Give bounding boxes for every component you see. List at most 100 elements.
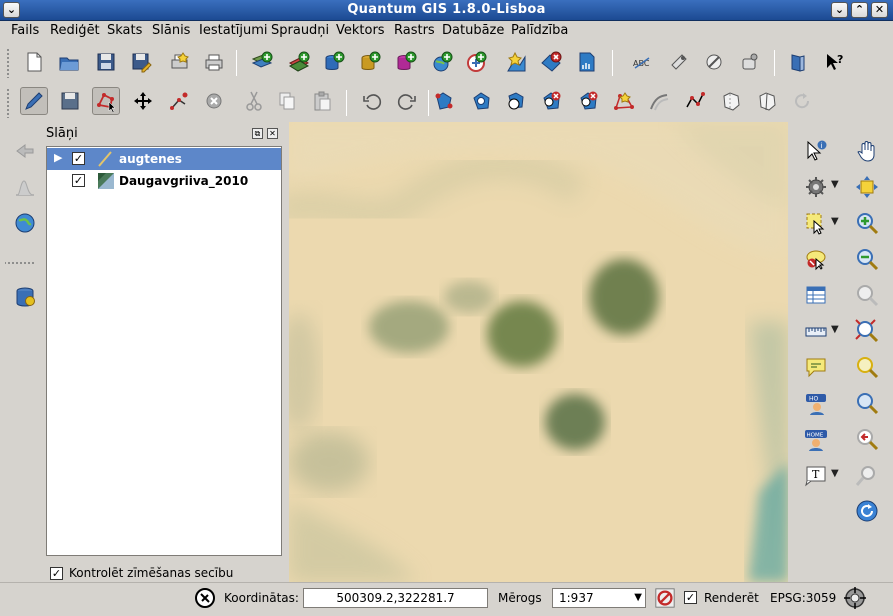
scale-dropdown-arrow[interactable]: ▼ xyxy=(634,589,642,607)
new-bookmark-icon[interactable]: HO xyxy=(801,388,831,418)
add-mssql-layer-icon[interactable] xyxy=(392,48,420,76)
add-spatialite-layer-icon[interactable] xyxy=(356,48,384,76)
add-delimited-text-icon[interactable] xyxy=(573,48,601,76)
zoom-in-icon[interactable] xyxy=(852,208,882,238)
copy-icon[interactable] xyxy=(273,87,301,115)
zoom-out-icon[interactable] xyxy=(852,244,882,274)
menu-fails[interactable]: Fails xyxy=(11,23,39,38)
render-checkbox[interactable]: ✓ xyxy=(684,591,697,604)
crs-globe-icon[interactable] xyxy=(842,585,868,611)
select-features-icon[interactable] xyxy=(801,208,831,238)
open-project-icon[interactable] xyxy=(55,48,83,76)
plugin-tool-3-icon[interactable] xyxy=(736,48,764,76)
zoom-to-selection-icon[interactable] xyxy=(852,316,882,346)
add-raster-layer-icon[interactable] xyxy=(248,48,276,76)
menu-skats[interactable]: Skats xyxy=(107,23,142,38)
print-icon[interactable] xyxy=(200,48,228,76)
toggle-editing-icon[interactable] xyxy=(20,87,48,115)
annotation-dropdown-arrow[interactable]: ▼ xyxy=(831,468,839,479)
paste-icon[interactable] xyxy=(308,87,336,115)
label-icon[interactable]: ABC xyxy=(628,48,656,76)
simplify-icon[interactable] xyxy=(430,87,458,115)
zoom-previous-icon[interactable] xyxy=(852,460,882,490)
menu-slanis[interactable]: Slānis xyxy=(152,23,190,38)
zoom-to-layer-icon[interactable] xyxy=(852,352,882,382)
help-book-icon[interactable] xyxy=(784,48,812,76)
panel-close-button[interactable]: ✕ xyxy=(267,128,278,139)
split-features-icon[interactable] xyxy=(681,87,709,115)
delete-selected-icon[interactable] xyxy=(200,87,228,115)
pan-to-selection-icon[interactable] xyxy=(852,172,882,202)
pan-hand-icon[interactable] xyxy=(852,136,882,166)
menu-rediget[interactable]: Rediģēt xyxy=(50,23,100,38)
select-dropdown-arrow[interactable]: ▼ xyxy=(831,216,839,227)
merge-attributes-icon[interactable] xyxy=(753,87,781,115)
delete-ring-icon[interactable] xyxy=(537,87,565,115)
text-annotation-icon[interactable]: T xyxy=(801,460,831,490)
database-manager-icon[interactable] xyxy=(10,282,40,312)
map-tips-icon[interactable] xyxy=(801,352,831,382)
add-feature-icon[interactable] xyxy=(165,87,193,115)
histogram-icon[interactable] xyxy=(10,172,40,202)
save-as-icon[interactable] xyxy=(127,48,155,76)
zoom-last-icon[interactable] xyxy=(852,388,882,418)
panel-float-button[interactable]: ⧉ xyxy=(252,128,263,139)
layer-visibility-checkbox[interactable]: ✓ xyxy=(72,152,85,165)
plugin-tool-1-icon[interactable] xyxy=(665,48,693,76)
crs-status[interactable]: EPSG:3059 xyxy=(770,591,836,605)
georeferencer-icon[interactable] xyxy=(10,136,40,166)
zoom-next-icon[interactable] xyxy=(852,424,882,454)
expand-arrow-icon[interactable]: ▶ xyxy=(54,151,62,164)
redo-icon[interactable] xyxy=(393,87,421,115)
globe-icon[interactable] xyxy=(10,208,40,238)
save-project-icon[interactable] xyxy=(92,48,120,76)
move-feature-icon[interactable] xyxy=(129,87,157,115)
show-bookmarks-icon[interactable]: HOME xyxy=(801,424,831,454)
scale-combobox[interactable]: 1:937 ▼ xyxy=(552,588,646,608)
identify-features-icon[interactable]: i xyxy=(801,136,831,166)
stop-rendering-icon[interactable] xyxy=(654,587,676,609)
node-tool-icon[interactable] xyxy=(92,87,120,115)
menu-spraudni[interactable]: Spraudņi xyxy=(271,23,329,38)
plugin-tool-2-icon[interactable] xyxy=(700,48,728,76)
add-ring-icon[interactable] xyxy=(467,87,495,115)
save-edits-icon[interactable] xyxy=(56,87,84,115)
menu-palidziba[interactable]: Palīdzība xyxy=(511,23,568,38)
cut-icon[interactable] xyxy=(240,87,268,115)
deselect-features-icon[interactable] xyxy=(801,244,831,274)
add-wms-layer-icon[interactable] xyxy=(285,48,313,76)
action-gear-icon[interactable] xyxy=(801,172,831,202)
layer-visibility-checkbox[interactable]: ✓ xyxy=(72,174,85,187)
add-part-icon[interactable] xyxy=(502,87,530,115)
maximize-button[interactable]: ⌃ xyxy=(851,2,868,18)
rotate-point-icon[interactable] xyxy=(788,87,816,115)
reshape-icon[interactable] xyxy=(610,87,638,115)
new-project-icon[interactable] xyxy=(20,48,48,76)
zoom-full-icon[interactable] xyxy=(852,280,882,310)
add-wcs-layer-icon[interactable] xyxy=(462,48,490,76)
minimize-button[interactable]: ⌄ xyxy=(831,2,848,18)
menu-iestatijumi[interactable]: Iestatījumi xyxy=(199,23,268,38)
map-canvas[interactable] xyxy=(289,122,788,582)
menu-vektors[interactable]: Vektors xyxy=(336,23,385,38)
measure-line-icon[interactable] xyxy=(801,316,831,346)
messages-icon[interactable] xyxy=(192,585,218,611)
coordinates-field[interactable]: 500309.2,322281.7 xyxy=(303,588,488,608)
new-print-composer-icon[interactable] xyxy=(165,48,193,76)
menu-rastrs[interactable]: Rastrs xyxy=(394,23,435,38)
layer-row-daugavgriiva[interactable]: ✓ Daugavgriiva_2010 xyxy=(47,170,281,192)
layer-row-augtenes[interactable]: ▶ ✓ augtenes xyxy=(47,148,281,170)
whats-this-icon[interactable]: ? xyxy=(820,48,848,76)
merge-features-icon[interactable] xyxy=(717,87,745,115)
offset-curve-icon[interactable] xyxy=(645,87,673,115)
add-wfs-layer-icon[interactable] xyxy=(428,48,456,76)
close-button[interactable]: ✕ xyxy=(871,2,888,18)
new-shapefile-layer-icon[interactable] xyxy=(502,48,530,76)
refresh-icon[interactable] xyxy=(852,496,882,526)
remove-layer-icon[interactable] xyxy=(537,48,565,76)
draw-order-checkbox[interactable]: ✓ xyxy=(50,567,63,580)
attribute-table-icon[interactable] xyxy=(801,280,831,310)
menu-datubaze[interactable]: Datubāze xyxy=(442,23,504,38)
delete-part-icon[interactable] xyxy=(574,87,602,115)
add-postgis-layer-icon[interactable] xyxy=(320,48,348,76)
